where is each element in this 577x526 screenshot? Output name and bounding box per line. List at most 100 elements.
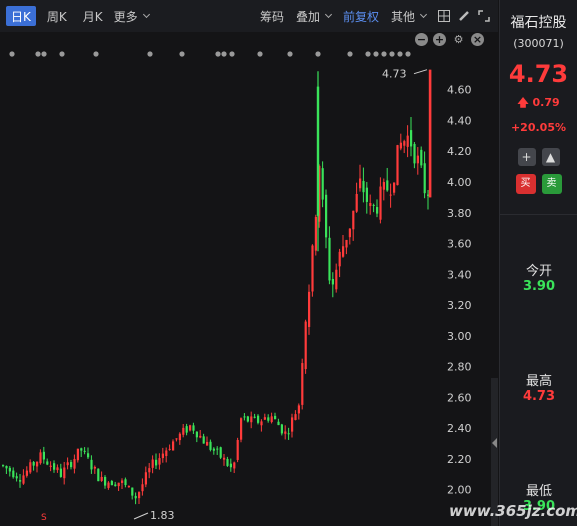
overlay-dropdown[interactable]: 叠加 [296,8,333,25]
candle-body [236,439,239,460]
candle-body [260,421,263,426]
candle-body [161,453,164,459]
candle-body [144,472,147,485]
candle-body [114,484,117,487]
y-tick-label: 4.60 [447,84,472,97]
gear-icon[interactable]: ⚙ [452,33,465,46]
candle-body [83,450,86,452]
candle-body [308,291,311,327]
site-watermark: www.365jz.com [446,500,577,522]
pen-icon[interactable] [458,10,470,22]
candle-body [243,416,246,418]
candle-body [97,468,100,482]
layout-grid-icon[interactable] [438,10,450,22]
more-periods-dropdown[interactable]: 更多 [114,8,150,25]
y-tick-label: 2.80 [447,361,472,374]
candle-body [369,203,372,207]
y-tick-label: 2.00 [447,484,472,497]
candle-body [331,279,334,285]
zoom-in-icon[interactable]: + [433,33,446,46]
candle-body [42,451,45,460]
period-month-k-tab[interactable]: 月K [78,6,108,26]
buy-button[interactable]: 买 [515,174,536,194]
candle-body [399,142,402,149]
candle-body [175,438,178,440]
candle-body [396,145,399,186]
price-adjust-button[interactable]: 前复权 [343,8,379,25]
candle-body [192,425,195,431]
candle-body [168,448,171,450]
candle-body [165,450,168,457]
candle-body [185,426,188,433]
candle-body [70,462,73,468]
candle-body [372,204,375,206]
price-change: 🡅 0.79 [500,94,577,113]
y-tick-label: 4.40 [447,114,472,127]
candle-body [63,467,66,479]
indicator-dot [381,51,387,57]
candle-body [382,182,385,190]
indicator-dot [59,51,65,57]
candlestick-chart[interactable]: 4.60 4.40 4.20 4.00 3.80 3.60 3.40 3.20 3.00 2.80… [0,32,498,526]
candle-body [226,458,229,466]
y-tick-label: 3.40 [447,268,472,281]
candle-body [348,228,351,238]
candle-body [138,492,141,499]
candle-body [406,135,409,147]
period-day-k-tab[interactable]: 日K [6,6,36,26]
candle-body [291,417,294,432]
candle-body [104,476,107,486]
period-week-k-tab[interactable]: 周K [42,6,72,26]
close-icon[interactable]: × [471,33,484,46]
candle-body [267,417,270,421]
candle-body [316,86,320,216]
candle-body [87,453,90,458]
low-annotation: 1.83 [150,509,175,522]
candle-body [233,462,236,469]
candle-body [206,441,209,446]
bell-icon[interactable]: ▲ [541,148,560,166]
candle-body [294,414,297,420]
y-tick-label: 2.60 [447,391,472,404]
low-annotation-pointer [133,512,149,520]
indicator-dot [9,51,15,57]
candle-body [355,193,358,212]
candle-body [428,69,432,198]
candle-body [219,447,222,458]
high-annotation: 4.73 [382,68,407,81]
candle-body [420,149,423,166]
candle-body [121,480,124,483]
candle-body [202,436,205,444]
candle-body [53,463,56,470]
sell-button[interactable]: 卖 [541,174,562,194]
low-label: 最低 [525,484,552,499]
indicator-dot [315,51,321,57]
candle-body [410,130,413,147]
indicator-dot [35,51,41,57]
plus-icon[interactable]: + [517,148,536,166]
chips-button[interactable]: 筹码 [260,8,284,25]
expand-icon[interactable] [478,10,490,22]
collapse-panel-icon[interactable] [492,438,497,448]
candle-body [8,467,11,472]
divider [500,214,577,215]
candle-body [246,416,249,422]
open-label: 今开 [525,264,552,279]
candle-body [301,363,304,405]
candle-body [32,461,35,466]
candle-body [379,186,382,220]
indicator-dot [373,51,379,57]
y-tick-label: 2.20 [447,453,472,466]
other-dropdown[interactable]: 其他 [391,8,428,25]
chips-label: 筹码 [259,9,284,24]
y-tick-label: 3.20 [447,299,472,312]
candle-body [158,458,161,465]
zoom-out-icon[interactable]: − [415,33,428,46]
candle-body [229,463,232,468]
candle-body [178,433,181,441]
candle-body [56,467,59,471]
candle-body [314,216,317,251]
indicator-dot [347,51,353,57]
candle-body [362,180,365,193]
candle-body [66,462,69,466]
